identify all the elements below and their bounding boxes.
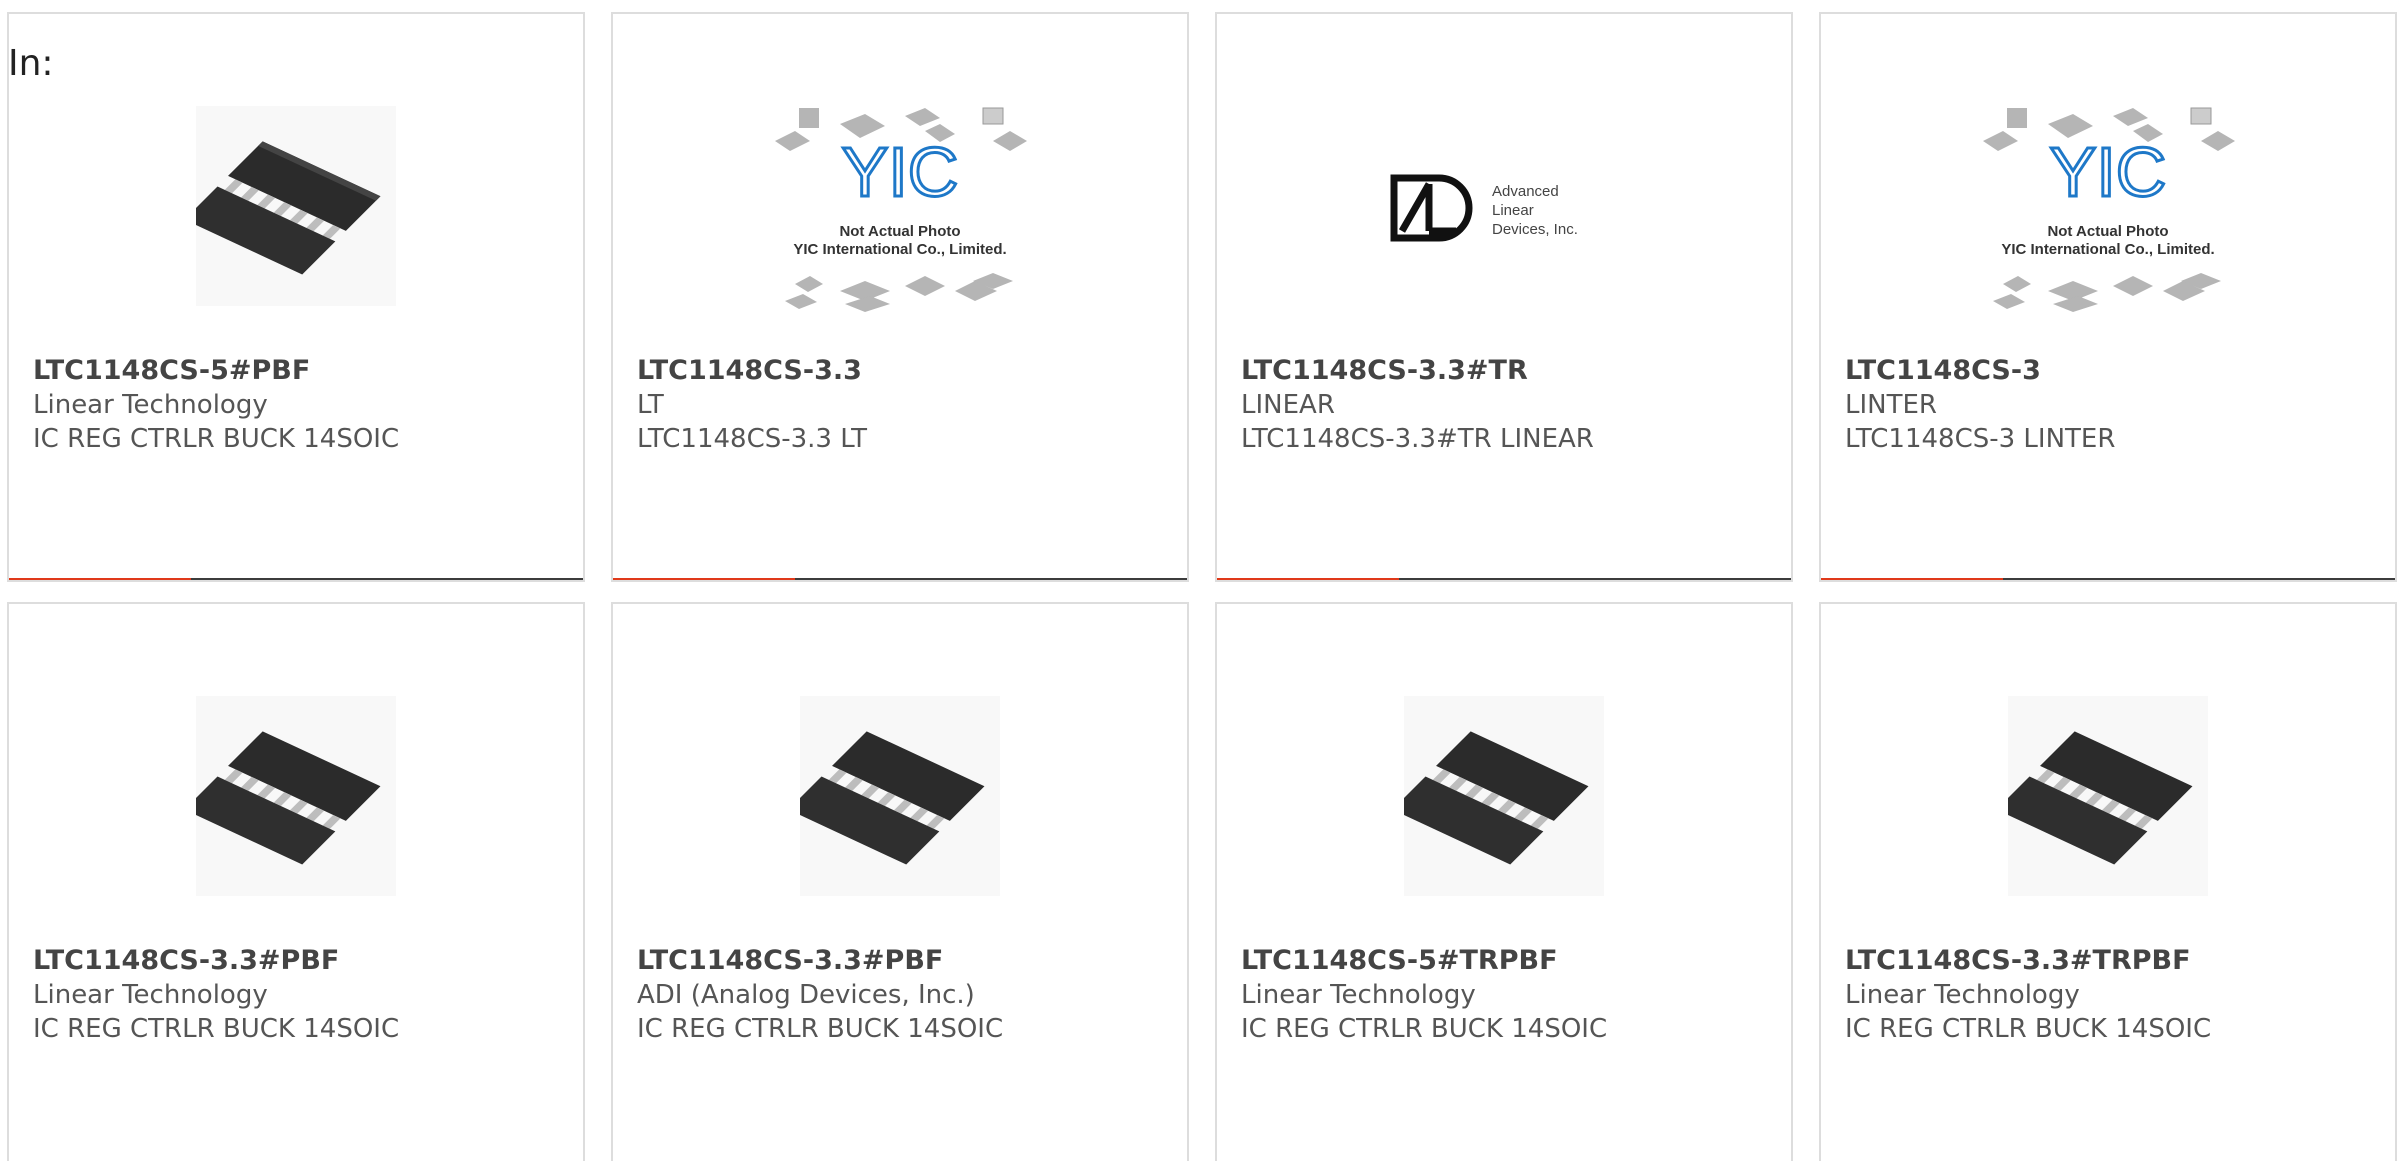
product-card[interactable]: LTC1148CS-3.3#TRPBF Linear Technology IC… (1819, 602, 2397, 1161)
product-image[interactable] (1217, 676, 1791, 916)
chip-icon (196, 696, 396, 896)
description: IC REG CTRLR BUCK 14SOIC (1241, 1014, 1608, 1044)
product-card[interactable]: YIC Not Actual Photo YIC International C… (1819, 12, 2397, 582)
part-number[interactable]: LTC1148CS-3.3#PBF (33, 944, 573, 978)
manufacturer: LT (637, 390, 664, 420)
chip-icon (1404, 696, 1604, 896)
filter-in-label: In: (8, 43, 54, 84)
product-grid-page: In: LTC1148CS-5#PBF Linear Technology IC… (0, 0, 2400, 1161)
manufacturer: LINEAR (1241, 390, 1335, 420)
yic-placeholder-icon: YIC Not Actual Photo YIC International C… (775, 107, 1027, 312)
part-number[interactable]: LTC1148CS-3.3#PBF (637, 944, 1177, 978)
svg-text:YIC: YIC (842, 133, 959, 211)
svg-text:YIC International Co., Limited: YIC International Co., Limited. (793, 241, 1006, 258)
description: IC REG CTRLR BUCK 14SOIC (637, 1014, 1004, 1044)
part-number[interactable]: LTC1148CS-3 (1845, 354, 2385, 388)
product-card[interactable]: Advanced Linear Devices, Inc. LTC1148CS-… (1215, 12, 1793, 582)
card-bar (1217, 578, 1791, 580)
description: LTC1148CS-3.3#TR LINEAR (1241, 424, 1594, 454)
product-card[interactable]: LTC1148CS-3.3#PBF Linear Technology IC R… (7, 602, 585, 1161)
svg-text:Not Actual Photo: Not Actual Photo (2047, 223, 2168, 240)
product-card[interactable]: LTC1148CS-5#PBF Linear Technology IC REG… (7, 12, 585, 582)
svg-text:Advanced: Advanced (1492, 183, 1559, 200)
card-bar (9, 578, 583, 580)
product-image[interactable] (9, 676, 583, 916)
product-image[interactable]: Advanced Linear Devices, Inc. (1217, 86, 1791, 326)
part-number[interactable]: LTC1148CS-3.3#TR (1241, 354, 1781, 388)
svg-text:Linear: Linear (1492, 202, 1534, 219)
manufacturer: Linear Technology (33, 980, 268, 1010)
part-number[interactable]: LTC1148CS-5#TRPBF (1241, 944, 1781, 978)
product-image[interactable] (613, 676, 1187, 916)
yic-placeholder-icon: YIC Not Actual Photo YIC International C… (1983, 107, 2235, 312)
manufacturer: Linear Technology (1241, 980, 1476, 1010)
description: IC REG CTRLR BUCK 14SOIC (33, 424, 400, 454)
description: IC REG CTRLR BUCK 14SOIC (1845, 1014, 2212, 1044)
product-card[interactable]: YIC Not Actual Photo YIC International C… (611, 12, 1189, 582)
manufacturer: LINTER (1845, 390, 1937, 420)
description: IC REG CTRLR BUCK 14SOIC (33, 1014, 400, 1044)
chip-icon (2008, 696, 2208, 896)
manufacturer: ADI (Analog Devices, Inc.) (637, 980, 975, 1010)
ald-logo-icon: Advanced Linear Devices, Inc. (1390, 174, 1578, 242)
part-number[interactable]: LTC1148CS-5#PBF (33, 354, 573, 388)
manufacturer: Linear Technology (1845, 980, 2080, 1010)
product-image[interactable] (1821, 676, 2395, 916)
product-image[interactable] (9, 86, 583, 326)
manufacturer: Linear Technology (33, 390, 268, 420)
product-card[interactable]: LTC1148CS-5#TRPBF Linear Technology IC R… (1215, 602, 1793, 1161)
description: LTC1148CS-3 LINTER (1845, 424, 2116, 454)
svg-text:YIC International Co., Limited: YIC International Co., Limited. (2001, 241, 2214, 258)
svg-text:Not Actual Photo: Not Actual Photo (839, 223, 960, 240)
svg-text:Devices, Inc.: Devices, Inc. (1492, 221, 1578, 238)
chip-icon (800, 696, 1000, 896)
product-card[interactable]: LTC1148CS-3.3#PBF ADI (Analog Devices, I… (611, 602, 1189, 1161)
part-number[interactable]: LTC1148CS-3.3#TRPBF (1845, 944, 2385, 978)
description: LTC1148CS-3.3 LT (637, 424, 868, 454)
product-image[interactable]: YIC Not Actual Photo YIC International C… (1821, 86, 2395, 326)
card-bar (1821, 578, 2395, 580)
card-bar (613, 578, 1187, 580)
chip-icon (196, 106, 396, 306)
part-number[interactable]: LTC1148CS-3.3 (637, 354, 1177, 388)
product-image[interactable]: YIC Not Actual Photo YIC International C… (613, 86, 1187, 326)
svg-text:YIC: YIC (2050, 133, 2167, 211)
